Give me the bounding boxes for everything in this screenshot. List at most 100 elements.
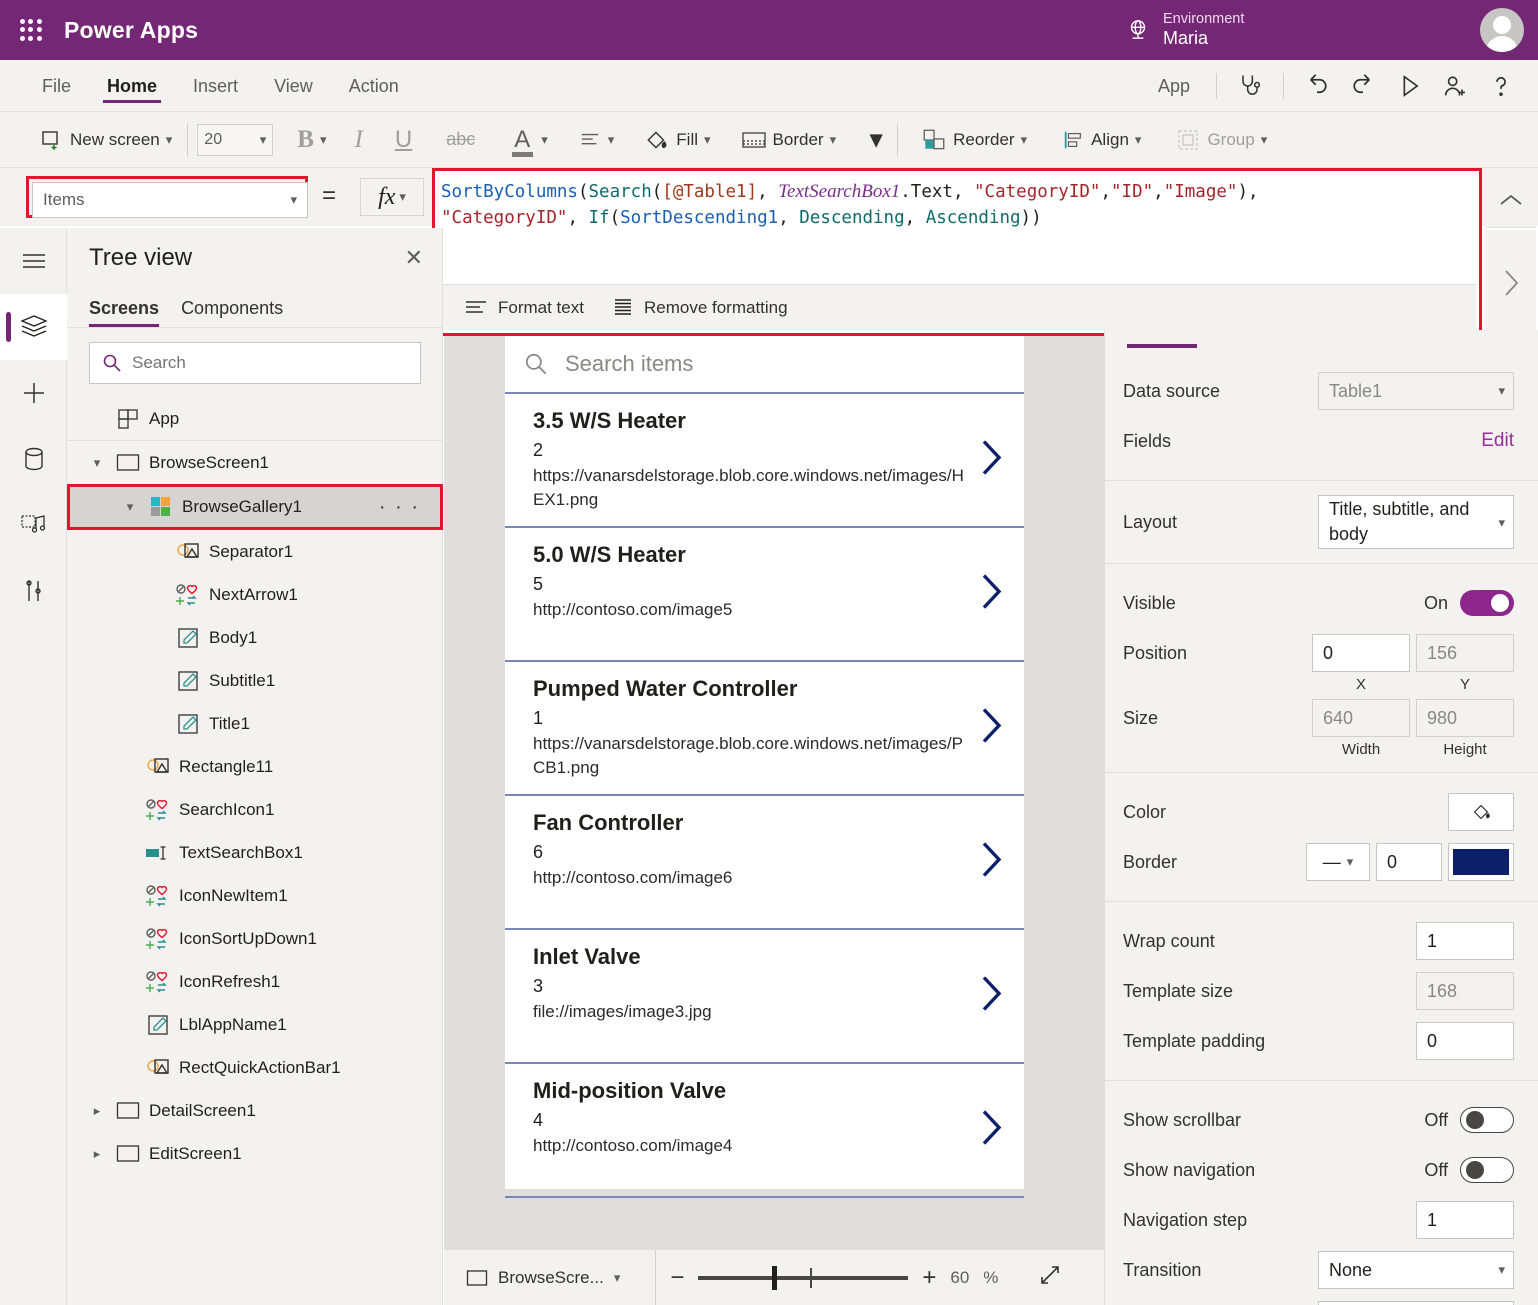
border-color-swatch[interactable] [1448,843,1514,881]
underline-button[interactable]: U [389,126,418,154]
align-button[interactable]: Align ▾ [1055,129,1147,151]
tree-node[interactable]: ▸DetailScreen1 [67,1089,443,1132]
tree-node-overflow-button[interactable]: · · · [379,496,420,519]
border-width-input[interactable]: 0 [1376,843,1442,881]
panel-expand-button[interactable] [1486,230,1536,336]
italic-button[interactable]: I [349,126,369,154]
sidebar-item-media[interactable] [0,492,67,558]
strikethrough-button[interactable]: abc [440,129,481,150]
menu-item-file[interactable]: File [38,60,75,112]
menu-item-action[interactable]: Action [345,60,403,112]
format-text-button[interactable]: Format text [464,298,584,318]
template-size-input[interactable]: 168 [1416,972,1514,1010]
tree-node[interactable]: Body1 [67,616,443,659]
chevron-right-icon[interactable]: ▸ [81,1146,113,1162]
property-selector[interactable]: Items ▾ [32,182,308,218]
align-text-button[interactable]: ▾ [572,129,621,151]
screen-selector[interactable]: BrowseScre... ▾ [444,1268,620,1288]
fx-button[interactable]: fx ▾ [360,178,424,216]
next-arrow-icon[interactable] [974,702,1008,755]
gallery-search-box[interactable]: Search items [505,336,1024,394]
chevron-down-icon[interactable]: ▾ [81,455,113,471]
menu-item-insert[interactable]: Insert [189,60,242,112]
bold-button[interactable]: B ▾ [291,126,332,154]
show-scrollbar-toggle[interactable] [1460,1107,1514,1133]
tree-node-selected[interactable]: ▾BrowseGallery1· · · [67,484,443,530]
redo-icon[interactable] [1340,60,1386,112]
gallery-item[interactable]: Inlet Valve3file://images/image3.jpg [505,930,1024,1064]
play-icon[interactable] [1386,60,1432,112]
next-arrow-icon[interactable] [974,836,1008,889]
color-picker-button[interactable] [1448,793,1514,831]
font-size-input[interactable]: 20 ▾ [197,124,273,156]
next-arrow-icon[interactable] [974,434,1008,487]
more-formatting-button[interactable]: ▾ [864,125,888,154]
gallery-item[interactable]: 3.5 W/S Heater2https://vanarsdelstorage.… [505,394,1024,528]
tree-node[interactable]: TextSearchBox1 [67,831,443,874]
group-button[interactable]: Group ▾ [1169,128,1273,152]
next-arrow-icon[interactable] [974,568,1008,621]
tree-node[interactable]: LblAppName1 [67,1003,443,1046]
sidebar-item-insert[interactable] [0,360,67,426]
visible-toggle[interactable] [1460,590,1514,616]
help-icon[interactable] [1478,60,1524,112]
tree-node[interactable]: Rectangle11 [67,745,443,788]
zoom-out-button[interactable]: − [670,1266,684,1290]
share-user-icon[interactable] [1432,60,1478,112]
formula-collapse-button[interactable] [1486,172,1536,228]
undo-icon[interactable] [1294,60,1340,112]
border-style-select[interactable]: — ▾ [1306,843,1370,881]
chevron-right-icon[interactable]: ▸ [81,1103,113,1119]
reorder-button[interactable]: Reorder ▾ [915,127,1033,153]
gallery-item[interactable]: 5.0 W/S Heater5http://contoso.com/image5 [505,528,1024,662]
menu-item-view[interactable]: View [270,60,317,112]
zoom-in-button[interactable]: + [922,1266,936,1290]
search-input[interactable]: Search [89,342,421,384]
gallery-item[interactable]: Mid-position Valve4http://contoso.com/im… [505,1064,1024,1198]
sidebar-item-data[interactable] [0,426,67,492]
data-source-select[interactable]: Table1 ▾ [1318,372,1514,410]
fill-button[interactable]: Fill ▾ [638,127,716,153]
tree-node[interactable]: SearchIcon1 [67,788,443,831]
size-width-input[interactable]: 640 [1312,699,1410,737]
display-mode-select[interactable]: Edit ▾ [1318,1301,1514,1305]
chevron-down-icon[interactable]: ▾ [114,499,146,515]
formula-input[interactable]: SortByColumns(Search([@Table1], TextSear… [441,179,1473,231]
tree-node[interactable]: IconRefresh1 [67,960,443,1003]
zoom-slider-thumb[interactable] [772,1266,777,1290]
hamburger-icon[interactable] [0,228,67,294]
tree-node[interactable]: IconSortUpDown1 [67,917,443,960]
avatar[interactable] [1480,8,1524,52]
tree-node[interactable]: App [67,398,443,441]
template-padding-input[interactable]: 0 [1416,1022,1514,1060]
layout-select[interactable]: Title, subtitle, and body ▾ [1318,495,1514,549]
stethoscope-icon[interactable] [1227,60,1273,112]
close-icon[interactable]: ✕ [405,247,423,269]
tab-screens[interactable]: Screens [89,298,159,327]
remove-formatting-button[interactable]: Remove formatting [612,297,788,319]
tree-node[interactable]: Title1 [67,702,443,745]
next-arrow-icon[interactable] [974,1104,1008,1157]
fields-edit-link[interactable]: Edit [1481,430,1514,452]
zoom-slider[interactable] [698,1276,908,1280]
tree-node[interactable]: IconNewItem1 [67,874,443,917]
position-x-input[interactable]: 0 [1312,634,1410,672]
wrap-count-input[interactable]: 1 [1416,922,1514,960]
show-navigation-toggle[interactable] [1460,1157,1514,1183]
size-height-input[interactable]: 980 [1416,699,1514,737]
sidebar-item-tools[interactable] [0,558,67,624]
font-color-button[interactable]: A ▾ [503,126,554,154]
position-y-input[interactable]: 156 [1416,634,1514,672]
gallery-item[interactable]: Fan Controller6http://contoso.com/image6 [505,796,1024,930]
tab-components[interactable]: Components [181,298,283,327]
tree-node[interactable]: ▾BrowseScreen1 [67,441,443,484]
fullscreen-button[interactable] [1038,1263,1062,1292]
gallery-item[interactable]: Pumped Water Controller1https://vanarsde… [505,662,1024,796]
next-arrow-icon[interactable] [974,970,1008,1023]
environment-switcher[interactable]: Environment Maria [1125,0,1244,60]
sidebar-item-tree-view[interactable] [0,294,67,360]
new-screen-button[interactable]: New screen ▾ [34,128,178,152]
tree-node[interactable]: ▸EditScreen1 [67,1132,443,1175]
transition-select[interactable]: None ▾ [1318,1251,1514,1289]
border-button[interactable]: Border ▾ [735,130,843,150]
